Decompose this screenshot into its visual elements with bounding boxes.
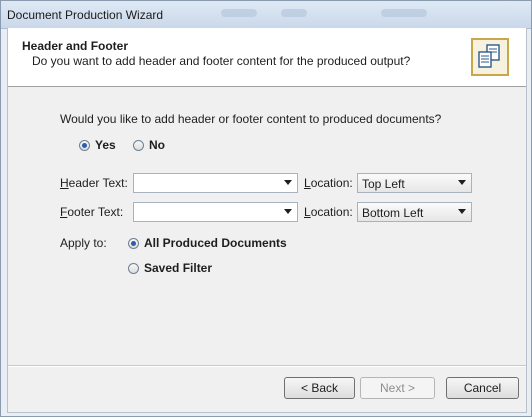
page-header: Header and Footer Do you want to add hea… — [8, 28, 526, 87]
header-location-value: Top Left — [362, 177, 405, 191]
saved-filter-label: Saved Filter — [144, 261, 213, 275]
accelerator-key: L — [304, 176, 311, 190]
yes-label: Yes — [95, 138, 116, 152]
footer-text-combo[interactable] — [133, 202, 298, 222]
question-text: Would you like to add header or footer c… — [60, 112, 442, 126]
documents-icon — [471, 38, 509, 76]
page-title: Header and Footer — [22, 39, 129, 53]
header-location-select[interactable]: Top Left — [357, 173, 472, 193]
label-text: eader Text: — [68, 176, 128, 190]
background-blur — [281, 9, 307, 17]
chevron-down-icon[interactable] — [458, 180, 466, 185]
chevron-down-icon[interactable] — [284, 209, 292, 214]
header-text-combo[interactable] — [133, 173, 298, 193]
page-subtitle: Do you want to add header and footer con… — [32, 54, 411, 68]
radio-button[interactable] — [133, 139, 144, 151]
next-button[interactable]: Next > — [360, 377, 435, 399]
wizard-window: Document Production Wizard Header and Fo… — [0, 0, 532, 417]
radio-button[interactable] — [79, 139, 90, 151]
accelerator-key: H — [60, 176, 69, 190]
label-text: ooter Text: — [67, 205, 124, 219]
label-text: ocation: — [310, 176, 353, 190]
window-title: Document Production Wizard — [7, 8, 164, 22]
radio-button[interactable] — [128, 237, 139, 249]
footer-text-label: Footer Text: — [60, 205, 123, 219]
radio-button[interactable] — [128, 262, 139, 274]
footer-location-value: Bottom Left — [362, 206, 424, 220]
footer-location-label: Location: — [304, 205, 353, 219]
header-location-label: Location: — [304, 176, 353, 190]
wizard-page: Header and Footer Do you want to add hea… — [7, 28, 527, 413]
saved-filter-radio[interactable]: Saved Filter — [128, 261, 212, 275]
cancel-button[interactable]: Cancel — [446, 377, 519, 399]
footer-location-select[interactable]: Bottom Left — [357, 202, 472, 222]
no-label: No — [149, 138, 165, 152]
all-produced-documents-radio[interactable]: All Produced Documents — [128, 236, 287, 250]
all-produced-documents-label: All Produced Documents — [144, 236, 287, 250]
background-blur — [221, 9, 257, 17]
back-button[interactable]: < Back — [284, 377, 355, 399]
title-bar[interactable]: Document Production Wizard — [1, 1, 531, 29]
apply-to-label: Apply to: — [60, 236, 107, 250]
chevron-down-icon[interactable] — [458, 209, 466, 214]
chevron-down-icon[interactable] — [284, 180, 292, 185]
background-blur — [381, 9, 427, 17]
accelerator-key: L — [304, 205, 311, 219]
header-text-label: Header Text: — [60, 176, 128, 190]
label-text: ocation: — [310, 205, 353, 219]
no-radio[interactable]: No — [133, 138, 165, 152]
footer-divider — [8, 365, 526, 367]
yes-radio[interactable]: Yes — [79, 138, 116, 152]
